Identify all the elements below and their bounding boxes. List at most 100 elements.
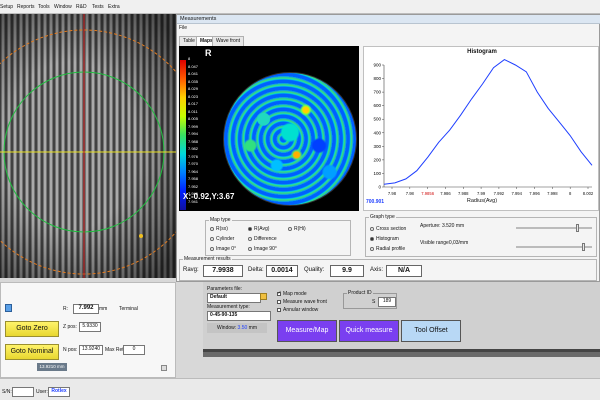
product-id-group: Product ID S 189 [343, 290, 397, 309]
visible-range-text: Visible range0,03/mm [420, 240, 469, 246]
zpos-value: 5.9330 [79, 322, 101, 332]
surface-map[interactable] [223, 72, 357, 206]
colorbar-tick-label: 7.970 [188, 161, 199, 166]
delta-value: 0.0014 [266, 265, 298, 277]
sn-label: S/N: [2, 389, 12, 395]
radio-rsx[interactable]: R(sx) [210, 226, 228, 232]
histogram-y-tick-label: 600 [373, 103, 381, 108]
visible-range-slider[interactable] [516, 243, 592, 251]
colorbar-tick-label: 8.023 [188, 93, 199, 99]
colorbar-tick-label: 7.982 [188, 146, 199, 151]
histogram-y-tick-label: 400 [373, 130, 381, 135]
histogram-y-tick-label: 300 [373, 144, 381, 149]
npos-value: 13.9240 [79, 345, 103, 355]
product-id-input[interactable]: 189 [378, 297, 396, 307]
goto-zero-button[interactable]: Goto Zero [5, 321, 59, 337]
radio-ravg[interactable]: R(Avg) [248, 226, 269, 232]
histogram-y-tick-label: 200 [373, 157, 381, 162]
colorbar-tick-label: 7.999 [188, 123, 199, 129]
histogram-chart: 900 800 700 600 500 400 300 200 100 0 7.98 7.98 7.98… [373, 59, 594, 196]
histogram-x-tick-label: 7.996 [529, 191, 540, 196]
axis-label: Axis: [370, 267, 384, 273]
map-type-label: Map type [209, 217, 232, 223]
menu-tests[interactable]: Tests [92, 4, 104, 10]
histogram-corner-value: 700.901 [366, 199, 385, 205]
sn-field [12, 387, 34, 397]
status-bar: S/N: User: Rotlex [0, 378, 600, 400]
measure-map-button[interactable]: Measure/Map [277, 320, 337, 342]
measurement-type-select[interactable]: 0-45-90-135 [207, 311, 271, 321]
map-type-group: Map type R(sx) R(Avg) R(Hi) Cylinder Dif… [205, 217, 351, 256]
position-control-panel: R: 7.992 mm Terminal Goto Zero Z pos: 5.… [0, 282, 176, 378]
product-prefix: S [372, 299, 376, 305]
radio-image-0[interactable]: Image 0° [210, 246, 236, 252]
position-footer-value: 13.9210 mm [37, 363, 67, 371]
terminal-button[interactable]: Terminal [119, 306, 138, 312]
parameters-file-select[interactable]: Default [207, 293, 261, 303]
annular-window-checkbox[interactable]: Annular window [277, 307, 318, 313]
product-id-label: Product ID [347, 290, 373, 296]
results-group: Measurement results Ravg: 7.9938 Delta: … [179, 256, 597, 281]
colorbar-tick-label: 7.958 [188, 176, 199, 181]
tool-offset-button[interactable]: Tool Offset [401, 320, 461, 342]
histogram-x-tick-label: 7.98 [388, 191, 397, 196]
radio-image-90[interactable]: Image 90° [248, 246, 277, 252]
results-label: Measurement results [183, 256, 232, 262]
radio-cross-section[interactable]: Cross section [370, 226, 406, 232]
menu-tools[interactable]: Tools [38, 4, 50, 10]
marker-dot [139, 234, 143, 238]
menu-reports[interactable]: Reports [17, 4, 35, 10]
menu-window[interactable]: Window [54, 4, 72, 10]
parameters-file-label: Parameters file: [207, 286, 243, 292]
colorbar-tick-label: 7.994 [188, 131, 199, 136]
graph-type-label: Graph type [369, 214, 396, 220]
npos-label: N pos: [63, 347, 78, 353]
measurements-file-menu[interactable]: File [179, 25, 187, 31]
measurements-window: Measurements File Table Maps Wave front … [176, 14, 600, 282]
window-size: Window: 3.50 mm [207, 323, 267, 333]
histogram-x-tick-label: 8.002 [583, 191, 594, 196]
folder-icon[interactable] [260, 293, 267, 300]
map-mode-checkbox[interactable]: Map mode [277, 290, 307, 297]
delta-label: Delta: [248, 267, 264, 273]
colorbar [180, 60, 186, 210]
radio-histogram[interactable]: Histogram [370, 236, 399, 242]
histogram-x-tick-label: 7.9856 [421, 191, 434, 196]
menu-extra[interactable]: Extra [108, 4, 120, 10]
radio-radial-profile[interactable]: Radial profile [370, 246, 405, 252]
panel-toggle[interactable] [161, 365, 167, 371]
histogram-y-tick-label: 100 [373, 171, 381, 176]
histogram-xlabel: Radius(Avg) [466, 198, 498, 204]
radio-rhi[interactable]: R(Hi) [288, 226, 306, 232]
aperture-slider[interactable] [516, 224, 592, 232]
aperture-text: Aperture: 3.520 mm [420, 223, 465, 229]
camera-view[interactable] [0, 14, 176, 278]
measure-wave-front-checkbox[interactable]: Measure wave front [277, 299, 327, 305]
max-ret-label: Max Ret: [105, 347, 126, 353]
user-field: Rotlex [48, 387, 70, 397]
histogram-x-tick-label: 7.986 [440, 191, 451, 196]
menu-rnd[interactable]: R&D [76, 4, 87, 10]
quality-label: Quality: [304, 267, 325, 273]
colorbar-tick-label: 7.952 [188, 183, 199, 189]
map-panel: R 8 8.047 8.041 8.035 8.029 8.023 8.017 8.011 8.… [179, 46, 359, 211]
menu-setup[interactable]: Setup [0, 4, 13, 10]
panel-icon[interactable] [5, 304, 12, 312]
zpos-label: Z pos: [63, 324, 77, 330]
visible-range-slider-thumb[interactable] [582, 243, 585, 251]
graph-type-group: Graph type Cross section Histogram Radia… [365, 214, 597, 257]
histogram-y-tick-label: 900 [373, 63, 381, 68]
measurement-type-label: Measurement type: [207, 304, 250, 310]
quick-measure-button[interactable]: Quick measure [339, 320, 399, 342]
histogram-x-tick-label: 7.988 [458, 191, 469, 196]
aperture-slider-thumb[interactable] [576, 224, 579, 232]
radio-difference[interactable]: Difference [248, 236, 277, 242]
histogram-curve [383, 59, 593, 185]
max-ret-value[interactable]: 0 [123, 345, 145, 355]
quality-value: 9.9 [330, 265, 364, 277]
colorbar-tick-label: 8.035 [188, 78, 199, 84]
radio-cylinder[interactable]: Cylinder [210, 236, 234, 242]
histogram-x-tick-label: 7.98 [406, 191, 415, 196]
histogram-x-tick-label: 7.998 [547, 191, 558, 196]
goto-nominal-button[interactable]: Goto Nominal [5, 344, 59, 360]
